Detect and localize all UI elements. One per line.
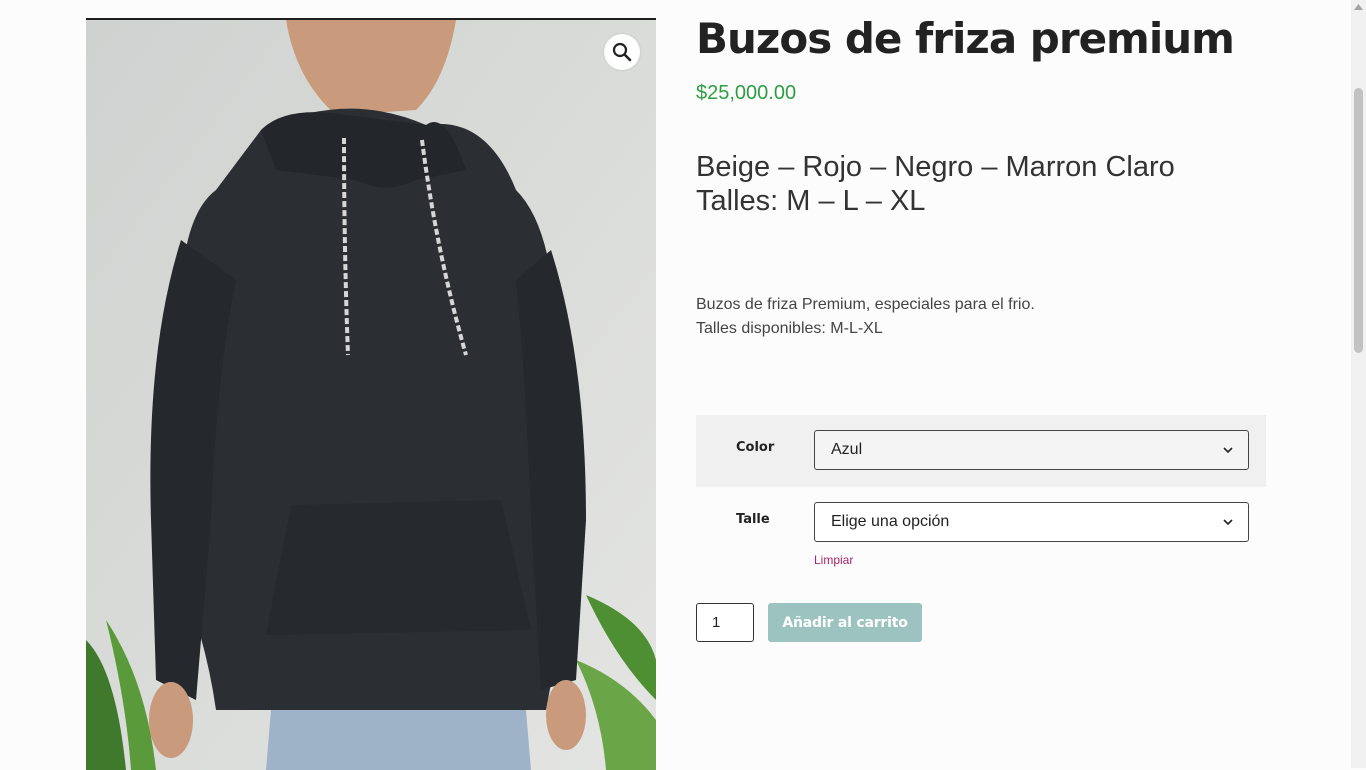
talle-select-value: Elige una opción [831, 513, 950, 530]
product-title: Buzos de friza premium [696, 14, 1235, 63]
add-to-cart-button[interactable]: Añadir al carrito [768, 603, 922, 642]
product-price: $25,000.00 [696, 82, 797, 104]
description-line: Talles disponibles: M-L-XL [696, 320, 883, 337]
short-description-line: Beige – Rojo – Negro – Marron Claro [696, 151, 1175, 183]
variation-row-talle: Talle Elige una opción [696, 487, 1266, 559]
talle-label: Talle [736, 512, 770, 527]
short-description-line: Talles: M – L – XL [696, 185, 926, 217]
zoom-button[interactable] [604, 34, 640, 70]
scroll-up-arrow-icon[interactable] [1354, 4, 1363, 10]
product-page: Buzos de friza premium $25,000.00 Beige … [0, 0, 1351, 770]
quantity-input[interactable]: 1 [696, 603, 754, 642]
scrollbar-thumb[interactable] [1354, 88, 1363, 353]
chevron-down-icon [1223, 447, 1233, 454]
color-select-value: Azul [831, 441, 863, 458]
variation-row-color: Color Azul [696, 415, 1266, 487]
magnifier-icon [612, 42, 632, 62]
color-select[interactable]: Azul [814, 430, 1249, 470]
chevron-down-icon [1223, 519, 1233, 526]
hoodie-photo [86, 20, 656, 770]
product-image[interactable] [86, 18, 656, 770]
product-description: Buzos de friza Premium, especiales para … [696, 293, 1035, 341]
page-scrollbar[interactable] [1351, 0, 1366, 768]
color-label: Color [736, 440, 775, 455]
reset-variations-link[interactable]: Limpiar [814, 553, 853, 567]
talle-select[interactable]: Elige una opción [814, 502, 1249, 542]
product-short-description: Beige – Rojo – Negro – Marron Claro Tall… [696, 150, 1296, 218]
description-line: Buzos de friza Premium, especiales para … [696, 296, 1035, 313]
